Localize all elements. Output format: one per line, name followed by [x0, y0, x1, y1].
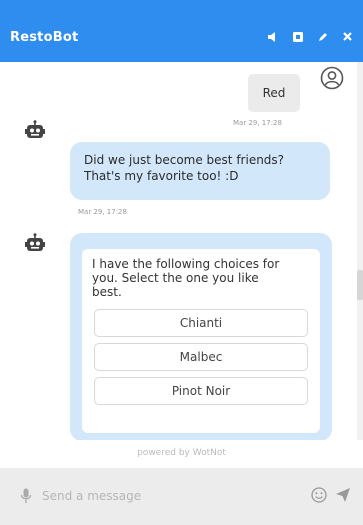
- scrollbar-thumb[interactable]: [357, 270, 363, 300]
- choice-button-pinot-noir[interactable]: Pinot Noir: [94, 377, 308, 405]
- message-list[interactable]: Red Mar 29, 17:28 Did we just become bes…: [0, 62, 357, 440]
- pencil-icon[interactable]: [315, 29, 330, 44]
- bot-message-timestamp: Mar 29, 17:28: [78, 208, 127, 216]
- close-icon[interactable]: [340, 29, 355, 44]
- user-message-text: Red: [262, 86, 286, 100]
- choice-button-chianti[interactable]: Chianti: [94, 309, 308, 337]
- bot-message-line: Did we just become best friends?: [84, 153, 285, 167]
- bot-avatar-icon: [24, 120, 46, 142]
- expand-icon[interactable]: [290, 29, 305, 44]
- user-message-timestamp: Mar 29, 17:28: [233, 119, 282, 127]
- message-input[interactable]: [40, 484, 294, 508]
- speaker-icon[interactable]: [265, 29, 280, 44]
- user-message-bubble: Red: [248, 74, 300, 112]
- bot-title: RestoBot: [10, 30, 79, 45]
- choice-prompt-line: you. Select the one you like: [92, 271, 259, 285]
- choice-prompt-line: I have the following choices for: [92, 257, 280, 271]
- powered-by-label: powered by WotNot: [137, 448, 226, 458]
- bot-choice-message: I have the following choices for you. Se…: [70, 233, 332, 440]
- chat-widget: RestoBot Red Mar 29, 17:28 Did we just b…: [0, 0, 363, 525]
- user-avatar-icon: [320, 66, 344, 90]
- chat-header: RestoBot: [0, 0, 363, 62]
- bot-message-bubble: Did we just become best friends? That's …: [70, 142, 330, 200]
- choice-prompt: I have the following choices for you. Se…: [92, 257, 312, 299]
- message-input-bar: [0, 468, 363, 525]
- header-actions: [265, 29, 355, 44]
- microphone-icon[interactable]: [20, 488, 32, 504]
- emoji-icon[interactable]: [311, 487, 327, 503]
- bot-message-line: That's my favorite too! :D: [84, 169, 239, 183]
- bot-avatar-icon: [24, 233, 46, 255]
- choice-prompt-line: best.: [92, 285, 122, 299]
- send-icon[interactable]: [335, 487, 351, 503]
- choice-card: I have the following choices for you. Se…: [82, 249, 320, 433]
- message-scrollbar[interactable]: [357, 62, 363, 440]
- choice-button-malbec[interactable]: Malbec: [94, 343, 308, 371]
